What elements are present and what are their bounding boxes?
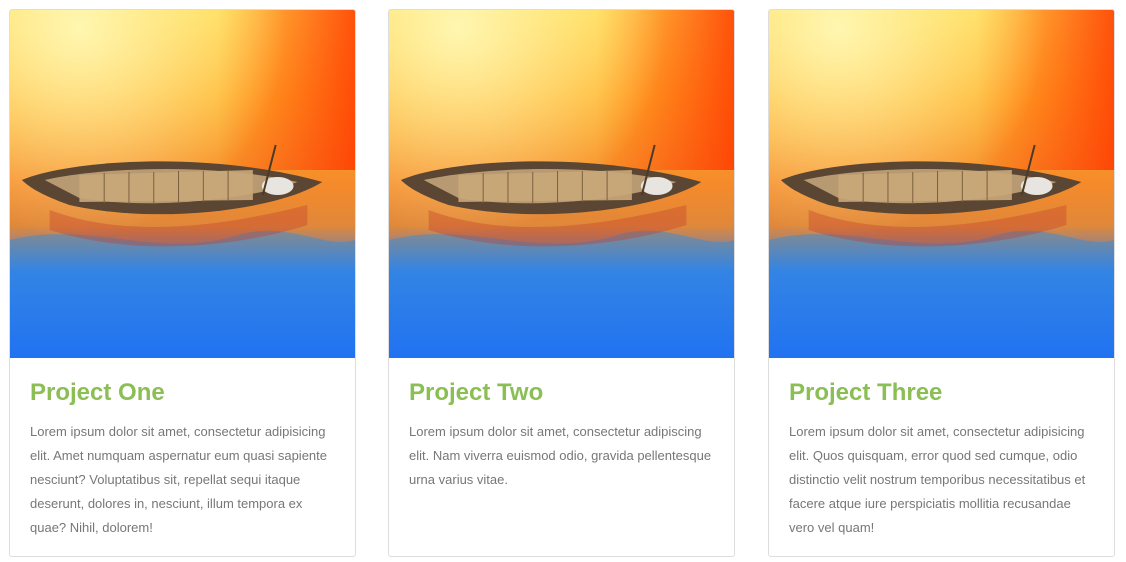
project-thumbnail-image[interactable] [10, 10, 355, 358]
project-description: Lorem ipsum dolor sit amet, consectetur … [409, 424, 712, 487]
project-title[interactable]: Project Three [789, 376, 1094, 410]
project-thumbnail-image[interactable] [769, 10, 1114, 358]
project-card: Project Two Lorem ipsum dolor sit amet, … [388, 9, 735, 557]
project-title[interactable]: Project One [30, 376, 335, 410]
project-grid: Project One Lorem ipsum dolor sit amet, … [0, 0, 1126, 562]
project-card: Project Three Lorem ipsum dolor sit amet… [768, 9, 1115, 557]
project-description: Lorem ipsum dolor sit amet, consectetur … [789, 424, 1086, 535]
project-description: Lorem ipsum dolor sit amet, consectetur … [30, 424, 328, 535]
project-thumbnail-image[interactable] [389, 10, 734, 358]
project-card: Project One Lorem ipsum dolor sit amet, … [9, 9, 356, 557]
project-title[interactable]: Project Two [409, 376, 714, 410]
